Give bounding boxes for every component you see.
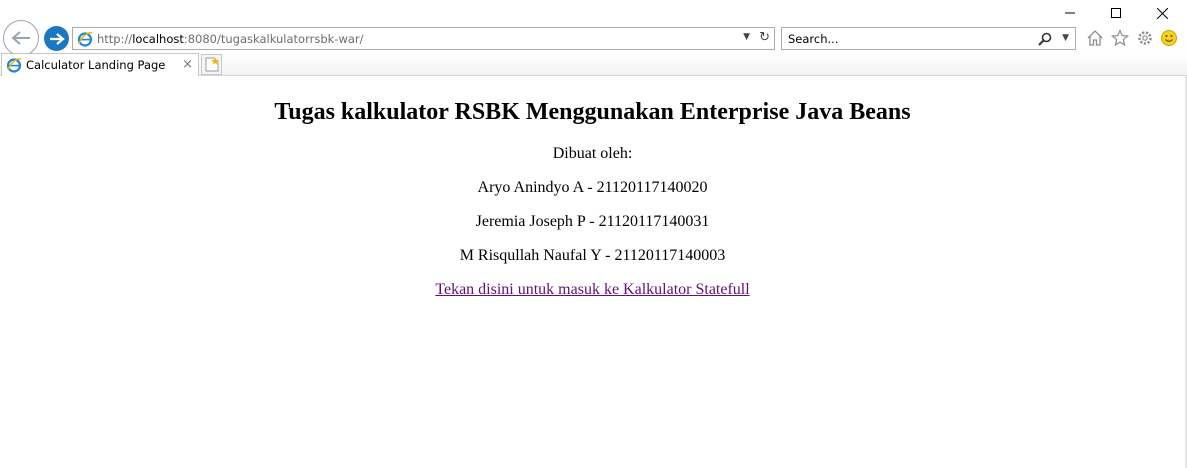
- close-icon: [1156, 7, 1168, 19]
- tab-strip: Calculator Landing Page ×: [0, 53, 1187, 76]
- address-url[interactable]: http://localhost:8080/tugaskalkulatorrsb…: [97, 32, 364, 46]
- url-prefix: http://: [97, 31, 133, 46]
- author-line: Aryo Anindyo A - 21120117140020: [477, 179, 708, 196]
- made-by-label: Dibuat oleh:: [552, 145, 633, 162]
- star-icon: [1111, 29, 1129, 47]
- tab-close-icon[interactable]: ×: [182, 57, 193, 72]
- browser-chrome: http://localhost:8080/tugaskalkulatorrsb…: [0, 0, 1187, 76]
- gear-icon: [1138, 31, 1152, 45]
- feedback-button[interactable]: [1159, 28, 1179, 48]
- smiley-icon: [1161, 30, 1177, 46]
- ie-page-icon: [77, 31, 93, 47]
- page-content: Tugas kalkulator RSBK Menggunakan Enterp…: [0, 77, 1185, 468]
- tab-title: Calculator Landing Page: [26, 58, 166, 72]
- minimize-button[interactable]: [1047, 2, 1093, 24]
- author-line: M Risqullah Naufal Y - 21120117140003: [459, 247, 726, 264]
- close-window-button[interactable]: [1139, 2, 1185, 24]
- home-icon: [1087, 30, 1103, 46]
- forward-button[interactable]: [44, 26, 69, 51]
- back-button[interactable]: [3, 20, 39, 56]
- favorites-button[interactable]: [1110, 28, 1130, 48]
- new-tab-icon: [205, 57, 219, 72]
- refresh-icon[interactable]: ↻: [759, 30, 770, 45]
- page-heading: Tugas kalkulator RSBK Menggunakan Enterp…: [274, 99, 911, 125]
- statefull-calculator-link[interactable]: Tekan disini untuk masuk ke Kalkulator S…: [435, 281, 749, 298]
- maximize-icon: [1111, 8, 1121, 18]
- search-box[interactable]: ▼: [781, 27, 1076, 50]
- home-button[interactable]: [1085, 28, 1105, 48]
- forward-arrow-icon: [49, 32, 65, 45]
- ie-tab-icon: [6, 58, 22, 73]
- author-line: Jeremia Joseph P - 21120117140031: [475, 213, 710, 230]
- address-bar[interactable]: http://localhost:8080/tugaskalkulatorrsb…: [72, 27, 775, 50]
- link-paragraph: Tekan disini untuk masuk ke Kalkulator S…: [0, 281, 1185, 299]
- tab-calculator-landing-page[interactable]: Calculator Landing Page ×: [1, 53, 199, 76]
- minimize-icon: [1065, 12, 1075, 14]
- address-dropdown-icon[interactable]: ▼: [743, 32, 750, 42]
- url-path: :8080/tugaskalkulatorrsbk-war/: [183, 31, 364, 46]
- back-arrow-icon: [11, 31, 30, 45]
- search-icon[interactable]: [1037, 31, 1053, 47]
- search-dropdown-icon[interactable]: ▼: [1062, 33, 1069, 43]
- maximize-button[interactable]: [1093, 2, 1139, 24]
- search-input[interactable]: [782, 31, 1022, 46]
- new-tab-button[interactable]: [201, 54, 222, 75]
- url-host: localhost: [132, 31, 184, 46]
- settings-button[interactable]: [1135, 28, 1155, 48]
